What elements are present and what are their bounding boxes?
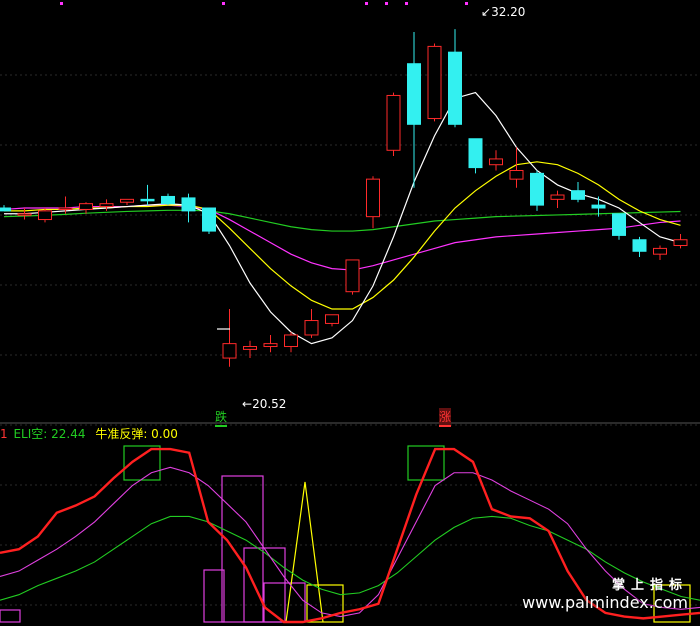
candle-up xyxy=(550,194,565,200)
candle xyxy=(181,193,196,223)
candle-down xyxy=(0,207,11,212)
candle xyxy=(612,213,626,240)
candle-up xyxy=(222,343,237,359)
candle xyxy=(263,334,278,353)
candle-up xyxy=(366,178,380,218)
eli-value-label: ELI空: 22.44 xyxy=(13,427,86,441)
candle xyxy=(284,332,298,353)
low-price-label: ←20.52 xyxy=(242,397,287,411)
candle-up xyxy=(120,198,134,203)
candle xyxy=(427,43,442,122)
candle xyxy=(140,184,155,206)
top-marker xyxy=(222,2,225,5)
candle xyxy=(304,309,319,338)
signal-down-badge: 跌 xyxy=(215,408,228,427)
signal-box xyxy=(203,569,225,623)
candle xyxy=(468,138,483,174)
signal-box-green xyxy=(407,445,445,481)
candle-up xyxy=(509,169,524,180)
candle-up xyxy=(58,207,73,210)
candle-down xyxy=(448,51,462,125)
candle-down xyxy=(161,195,175,205)
candle xyxy=(222,309,237,367)
candle xyxy=(530,170,544,211)
candle-up xyxy=(263,343,278,348)
top-marker xyxy=(405,2,408,5)
candle xyxy=(386,92,401,157)
ma-green-line xyxy=(3,209,681,232)
top-marker xyxy=(60,2,63,5)
candle-down xyxy=(530,172,544,206)
watermark: 掌上指标 www.palmindex.com xyxy=(522,574,688,612)
candle-up xyxy=(99,203,114,208)
chart-window: ↙32.20 ←20.52 跌 涨 1 ELI空: 22.44 牛准反弹: 0.… xyxy=(0,0,700,626)
watermark-cn: 掌上指标 xyxy=(611,578,688,593)
top-marker xyxy=(465,2,468,5)
candle-up xyxy=(243,346,257,350)
panel-index: 1 xyxy=(0,427,8,441)
candlestick-panel[interactable] xyxy=(0,29,688,367)
candle xyxy=(99,199,114,211)
candle xyxy=(161,193,175,206)
watermark-url: www.palmindex.com xyxy=(522,593,688,612)
candle xyxy=(325,314,339,327)
candle xyxy=(79,202,93,214)
candle xyxy=(673,233,688,249)
candle-down xyxy=(140,198,155,202)
candle-down xyxy=(468,138,483,169)
indicator-legend: 1 ELI空: 22.44 牛准反弹: 0.00 xyxy=(0,425,178,442)
stock-chart-canvas[interactable] xyxy=(0,0,700,626)
candle-up xyxy=(325,314,339,324)
candle-up xyxy=(79,203,93,210)
candle-up xyxy=(345,259,360,293)
ma-yellow-line xyxy=(4,161,681,310)
candle-up xyxy=(653,247,667,255)
candle-up xyxy=(427,45,442,120)
candle xyxy=(366,176,380,229)
candle-down xyxy=(407,63,421,125)
candle xyxy=(489,150,503,171)
candle xyxy=(407,31,421,188)
candle-down xyxy=(181,197,196,212)
candle-up xyxy=(304,320,319,336)
candle-down xyxy=(571,190,585,200)
candle-up xyxy=(17,213,32,216)
candle-down xyxy=(202,207,216,232)
candle xyxy=(202,207,216,234)
high-price-label: ↙32.20 xyxy=(481,5,526,19)
candle-up xyxy=(489,158,503,166)
candle-up xyxy=(386,94,401,151)
candle-up xyxy=(284,334,298,348)
candle xyxy=(550,190,565,208)
rebound-value-label: 牛准反弹: 0.00 xyxy=(95,427,178,441)
candle xyxy=(448,29,462,128)
candle-down xyxy=(632,239,647,252)
candle-down xyxy=(612,213,626,236)
signal-box xyxy=(0,609,21,623)
candle xyxy=(0,205,11,212)
top-marker xyxy=(385,2,388,5)
candle-down xyxy=(591,204,606,209)
candle xyxy=(345,259,360,295)
top-marker xyxy=(365,2,368,5)
candle xyxy=(120,198,134,206)
candle xyxy=(17,208,32,220)
candle-up xyxy=(38,210,52,221)
candle xyxy=(571,182,585,203)
ma-white-line xyxy=(4,91,681,345)
grid-layer xyxy=(0,2,700,606)
candle xyxy=(653,245,667,260)
candle xyxy=(632,236,647,258)
signal-up-badge: 涨 xyxy=(439,408,452,427)
signal-box xyxy=(221,475,264,623)
candle-up xyxy=(673,239,688,247)
